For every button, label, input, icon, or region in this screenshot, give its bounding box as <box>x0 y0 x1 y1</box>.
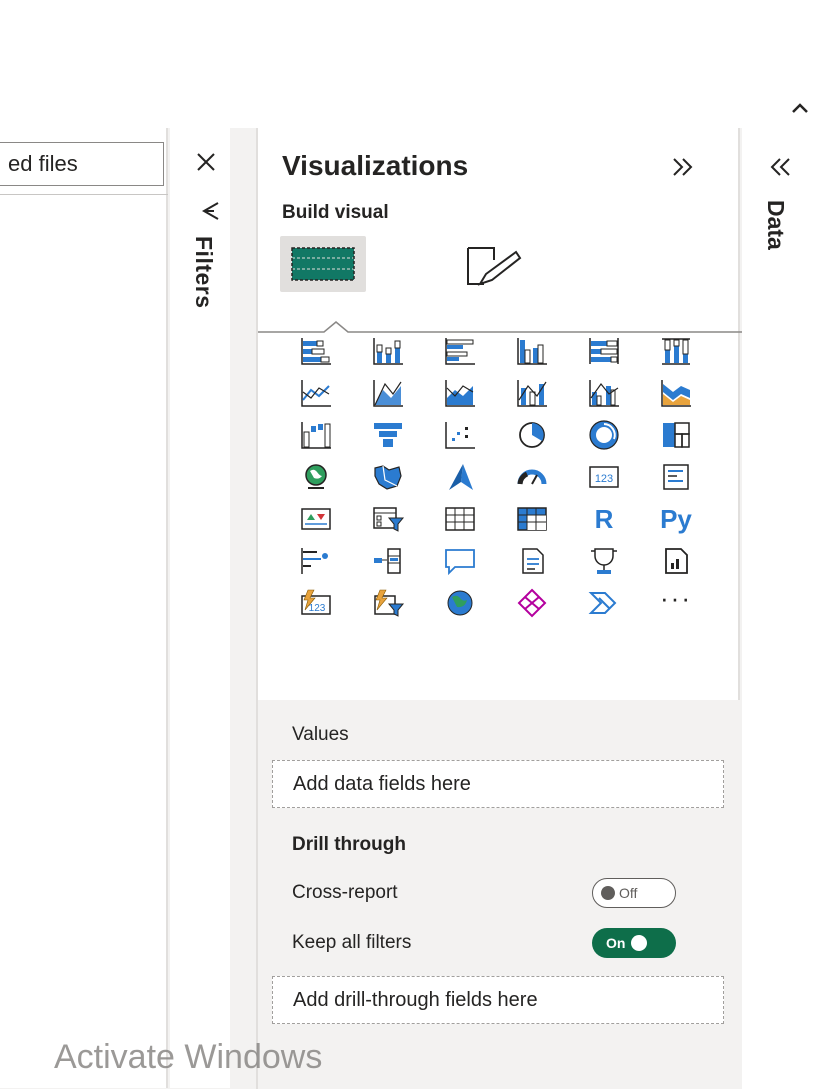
power-apps-slicer-icon[interactable] <box>352 582 424 624</box>
divider <box>0 194 168 195</box>
build-visual-label: Build visual <box>282 202 389 223</box>
filters-label[interactable]: Filters <box>190 236 217 309</box>
tab-format-visual[interactable] <box>454 238 534 294</box>
toggle-state: On <box>606 935 626 951</box>
gauge-icon[interactable] <box>496 456 568 498</box>
smart-narrative-icon[interactable] <box>496 540 568 582</box>
100-stacked-column-chart-icon[interactable] <box>640 330 712 372</box>
kpi-icon[interactable] <box>280 498 352 540</box>
data-label[interactable]: Data <box>762 200 789 250</box>
decomposition-tree-icon[interactable] <box>352 540 424 582</box>
filters-pane-collapsed[interactable]: Filters <box>170 128 230 1088</box>
filled-map-icon[interactable] <box>352 456 424 498</box>
card-icon[interactable]: 123 <box>568 456 640 498</box>
visual-gallery: 123 R Py 123 ··· <box>280 330 720 624</box>
tab-build-visual[interactable] <box>280 236 366 292</box>
multi-row-card-icon[interactable] <box>640 456 712 498</box>
donut-chart-icon[interactable] <box>568 414 640 456</box>
pie-chart-icon[interactable] <box>496 414 568 456</box>
stacked-bar-chart-icon[interactable] <box>280 330 352 372</box>
report-workspace: Filters Visualizations Build visual <box>0 128 821 1089</box>
line-chart-icon[interactable] <box>280 372 352 414</box>
ribbon-area <box>0 0 821 128</box>
clustered-column-chart-icon[interactable] <box>496 330 568 372</box>
report-canvas-pane <box>0 128 168 1088</box>
table-icon[interactable] <box>424 498 496 540</box>
data-pane-collapsed[interactable]: Data <box>742 128 821 1089</box>
visualizations-pane: Visualizations Build visual 123 R Py 123… <box>256 128 742 1089</box>
activate-windows-watermark: Activate Windows <box>54 1038 323 1076</box>
format-paintbrush-icon <box>467 247 522 286</box>
clustered-bar-chart-icon[interactable] <box>424 330 496 372</box>
stacked-area-chart-icon[interactable] <box>424 372 496 414</box>
collapse-ribbon-icon[interactable] <box>788 96 812 120</box>
python-visual-icon[interactable]: Py <box>640 498 712 540</box>
more-visuals-icon[interactable]: ··· <box>640 582 712 624</box>
100-stacked-bar-chart-icon[interactable] <box>568 330 640 372</box>
chevron-double-left-icon[interactable] <box>764 154 796 180</box>
line-and-stacked-column-chart-icon[interactable] <box>496 372 568 414</box>
q-and-a-icon[interactable] <box>424 540 496 582</box>
build-visual-icon <box>291 247 355 281</box>
cross-report-toggle[interactable]: Off <box>592 878 676 908</box>
toggle-knob <box>631 935 648 951</box>
cross-report-label: Cross-report <box>292 882 398 903</box>
stacked-column-chart-icon[interactable] <box>352 330 424 372</box>
keep-all-filters-label: Keep all filters <box>292 932 412 953</box>
azure-map-icon[interactable] <box>424 456 496 498</box>
waterfall-chart-icon[interactable] <box>280 414 352 456</box>
files-search-input[interactable] <box>0 142 164 186</box>
power-apps-icon[interactable] <box>496 582 568 624</box>
arcgis-map-icon[interactable] <box>424 582 496 624</box>
power-apps-card-icon[interactable]: 123 <box>280 582 352 624</box>
line-and-clustered-column-chart-icon[interactable] <box>568 372 640 414</box>
fields-section: Values Add data fields here Drill throug… <box>258 700 742 1089</box>
paginated-report-icon[interactable] <box>640 540 712 582</box>
drill-through-label: Drill through <box>292 834 406 855</box>
metrics-icon[interactable] <box>568 540 640 582</box>
values-label: Values <box>292 724 349 745</box>
svg-text:123: 123 <box>309 603 326 614</box>
treemap-icon[interactable] <box>640 414 712 456</box>
pane-title: Visualizations <box>282 150 469 181</box>
keep-all-filters-toggle[interactable]: On <box>592 928 676 958</box>
ribbon-chart-icon[interactable] <box>640 372 712 414</box>
matrix-icon[interactable] <box>496 498 568 540</box>
area-chart-icon[interactable] <box>352 372 424 414</box>
r-script-visual-icon[interactable]: R <box>568 498 640 540</box>
toggle-knob <box>601 886 615 900</box>
funnel-icon[interactable] <box>352 414 424 456</box>
svg-text:123: 123 <box>595 473 613 485</box>
toggle-state: Off <box>619 885 638 901</box>
chevron-double-right-icon[interactable] <box>668 154 700 180</box>
values-drop-zone[interactable]: Add data fields here <box>272 760 724 808</box>
slicer-icon[interactable] <box>352 498 424 540</box>
scatter-chart-icon[interactable] <box>424 414 496 456</box>
key-influencers-icon[interactable] <box>280 540 352 582</box>
power-automate-icon[interactable] <box>568 582 640 624</box>
drill-through-drop-zone[interactable]: Add drill-through fields here <box>272 976 724 1024</box>
close-icon[interactable] <box>192 148 220 176</box>
map-icon[interactable] <box>280 456 352 498</box>
filter-icon <box>201 202 219 220</box>
